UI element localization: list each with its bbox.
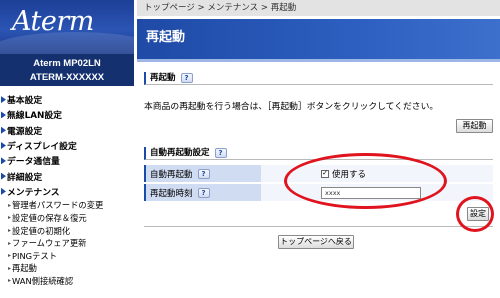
- sidebar-item-basic[interactable]: 基本設定: [0, 92, 134, 107]
- sidebar-subitem-label: ファームウェア更新: [12, 238, 87, 249]
- device-name: ATERM-XXXXXX: [29, 72, 105, 83]
- arrow-icon: [1, 157, 6, 165]
- bullet-icon: ▸: [8, 264, 12, 272]
- sidebar-subitem-label: 設定値の保存＆復元: [12, 212, 87, 223]
- restart-time-value: [261, 184, 493, 201]
- bullet-icon: ▸: [8, 227, 12, 235]
- sidebar-subitem-factory-reset[interactable]: ▸ 設定値の初期化: [0, 224, 134, 237]
- sidebar-subitem-label: 設定値の初期化: [12, 225, 71, 236]
- main-content: トップページ > メンテナンス > 再起動 再起動 再起動 ? 本商品の再起動を…: [137, 0, 500, 298]
- sidebar-subitem-label: PINGテスト: [12, 250, 57, 261]
- sidebar-item-label: 詳細設定: [7, 172, 43, 183]
- divider: [144, 226, 493, 227]
- set-button[interactable]: 設定: [467, 207, 489, 221]
- sidebar-subitem-label: WAN側接続確認: [12, 275, 74, 286]
- back-to-top-button[interactable]: トップページへ戻る: [278, 235, 354, 249]
- section-title: 自動再起動設定: [150, 148, 210, 158]
- sidebar-item-advanced[interactable]: 詳細設定: [0, 168, 134, 183]
- sidebar-item-wireless[interactable]: 無線LAN設定: [0, 107, 134, 122]
- title-divider: [137, 59, 500, 62]
- arrow-icon: [1, 126, 6, 134]
- sidebar-item-display[interactable]: ディスプレイ設定: [0, 138, 134, 153]
- help-icon[interactable]: ?: [180, 73, 193, 83]
- bullet-icon: ▸: [8, 214, 12, 222]
- sidebar-menu: 基本設定 無線LAN設定 電源設定 ディスプレイ設定 データ通信量 詳細設定 メ…: [0, 92, 134, 287]
- sidebar-item-label: 無線LAN設定: [7, 111, 62, 122]
- help-icon[interactable]: ?: [197, 168, 210, 179]
- arrow-icon: [1, 172, 6, 180]
- auto-restart-value: ✓ 使用する: [261, 165, 493, 182]
- sidebar-subitem-ping-test[interactable]: ▸ PINGテスト: [0, 249, 134, 262]
- arrow-icon: [1, 142, 6, 150]
- section-auto-restart-heading: 自動再起動設定 ?: [144, 147, 493, 160]
- checkbox-label[interactable]: 使用する: [332, 168, 366, 180]
- sidebar-item-power[interactable]: 電源設定: [0, 123, 134, 138]
- sidebar-subitem-backup-restore[interactable]: ▸ 設定値の保存＆復元: [0, 212, 134, 225]
- bullet-icon: ▸: [8, 201, 12, 209]
- arrow-icon: [1, 187, 6, 195]
- logo: Aterm: [0, 0, 134, 54]
- enable-checkbox[interactable]: ✓: [321, 169, 329, 178]
- breadcrumb[interactable]: トップページ > メンテナンス > 再起動: [137, 0, 500, 16]
- auto-restart-form: 自動再起動 ? ✓ 使用する 再起動時刻 ?: [144, 165, 493, 203]
- sidebar-subitem-restart[interactable]: ▸ 再起動: [0, 262, 134, 275]
- bullet-icon: ▸: [8, 277, 12, 285]
- form-row-auto-restart: 自動再起動 ? ✓ 使用する: [144, 165, 493, 182]
- sidebar-item-label: メンテナンス: [7, 187, 60, 198]
- page-title: 再起動: [137, 19, 500, 59]
- field-label: 自動再起動: [150, 169, 193, 180]
- bullet-icon: ▸: [8, 239, 12, 247]
- restart-time-label: 再起動時刻 ?: [144, 184, 261, 201]
- restart-button[interactable]: 再起動: [456, 119, 493, 133]
- logo-text: Aterm: [12, 6, 94, 37]
- help-icon[interactable]: ?: [197, 187, 210, 198]
- sidebar-item-label: データ通信量: [7, 157, 60, 168]
- sidebar-item-label: 電源設定: [7, 126, 43, 137]
- model-info: Aterm MP02LN ATERM-XXXXXX: [0, 54, 134, 86]
- sidebar-subitem-label: 再起動: [12, 263, 37, 274]
- sidebar-item-maintenance[interactable]: メンテナンス: [0, 184, 134, 199]
- sidebar-item-data-usage[interactable]: データ通信量: [0, 153, 134, 168]
- sidebar-subitem-firmware-update[interactable]: ▸ ファームウェア更新: [0, 237, 134, 250]
- form-row-restart-time: 再起動時刻 ?: [144, 184, 493, 201]
- section-title: 再起動: [150, 73, 176, 83]
- field-label: 再起動時刻: [150, 188, 193, 199]
- arrow-icon: [1, 96, 6, 104]
- auto-restart-label: 自動再起動 ?: [144, 165, 261, 182]
- sidebar-item-label: 基本設定: [7, 96, 43, 107]
- restart-description: 本商品の再起動を行う場合は、［再起動］ボタンをクリックしてください。: [144, 102, 439, 112]
- help-icon[interactable]: ?: [214, 148, 227, 158]
- bullet-icon: ▸: [8, 252, 12, 260]
- sidebar-item-label: ディスプレイ設定: [7, 142, 77, 153]
- sidebar: Aterm Aterm MP02LN ATERM-XXXXXX 基本設定 無線L…: [0, 0, 134, 298]
- sidebar-subitem-wan-check[interactable]: ▸ WAN側接続確認: [0, 275, 134, 288]
- restart-time-input[interactable]: [321, 186, 421, 199]
- sidebar-subitem-admin-password[interactable]: ▸ 管理者パスワードの変更: [0, 199, 134, 212]
- model-name: Aterm MP02LN: [33, 58, 101, 69]
- arrow-icon: [1, 111, 6, 119]
- sidebar-subitem-label: 管理者パスワードの変更: [12, 200, 104, 211]
- section-restart-heading: 再起動 ?: [144, 72, 493, 85]
